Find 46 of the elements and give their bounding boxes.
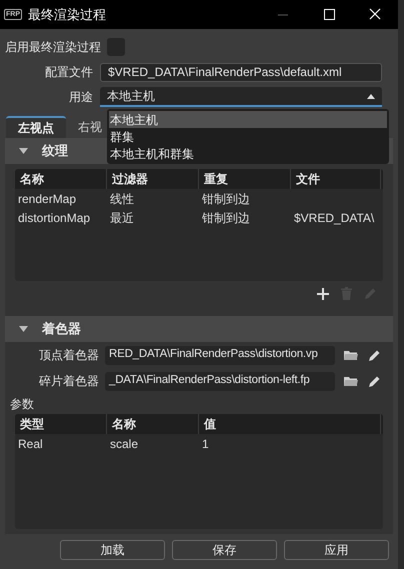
table-cell-text: $VRED_DATA\ — [294, 210, 374, 227]
dialog-button[interactable]: 应用 — [284, 540, 389, 560]
column-header[interactable]: 文件 — [291, 169, 381, 189]
table-cell-text: 钳制到边 — [202, 191, 250, 208]
input-field[interactable]: RED_DATA\FinalRenderPass\distortion.vp — [105, 346, 335, 364]
table-cell-text: Real — [18, 436, 43, 453]
section-title: 纹理 — [42, 142, 68, 160]
pencil-icon[interactable] — [368, 348, 381, 362]
section-header[interactable]: 着色器 — [5, 316, 393, 342]
dialog-button[interactable]: 加载 — [60, 540, 165, 560]
table-cell-text: 线性 — [110, 191, 134, 208]
field-label: 顶点着色器 — [38, 347, 100, 364]
section-title: 着色器 — [42, 320, 81, 338]
menu-item[interactable]: 本地主机 — [109, 111, 387, 128]
tab[interactable]: 左视点 — [6, 116, 66, 138]
folder-icon[interactable] — [344, 376, 358, 386]
column-header[interactable]: 过滤器 — [107, 169, 199, 189]
dropdown[interactable]: 本地主机 — [100, 87, 382, 107]
enable-label: 启用最终渲染过程 — [4, 39, 102, 56]
table-cell-text: 最近 — [110, 210, 134, 227]
add-icon[interactable] — [317, 288, 329, 300]
caret-icon[interactable] — [19, 326, 28, 332]
column-header[interactable]: 类型 — [15, 414, 107, 434]
table-cell-text: distortionMap — [18, 210, 90, 227]
table-cell-text: scale — [110, 436, 138, 453]
input-field[interactable]: _DATA\FinalRenderPass\distortion-left.fp — [105, 372, 335, 390]
field-label: 配置文件 — [44, 64, 94, 81]
field-label: 碎片着色器 — [38, 373, 100, 390]
column-header[interactable]: 重复 — [199, 169, 291, 189]
menu-item[interactable]: 群集 — [109, 128, 387, 145]
caret-icon[interactable] — [19, 148, 28, 154]
caret-icon — [367, 94, 375, 98]
pencil-icon[interactable] — [368, 374, 381, 388]
field-label: 用途 — [68, 89, 94, 106]
table-cell-text: renderMap — [18, 191, 76, 208]
column-header[interactable]: 名称 — [107, 414, 199, 434]
column-header[interactable]: 值 — [199, 414, 381, 434]
column-header[interactable]: 名称 — [15, 169, 107, 189]
input-field[interactable]: $VRED_DATA\FinalRenderPass\default.xml — [100, 62, 382, 82]
table-cell-text: 1 — [202, 436, 209, 453]
window-title: 最终渲染过程 — [28, 6, 106, 24]
section-label: 参数 — [9, 396, 35, 413]
table-cell-text: 钳制到边 — [202, 210, 250, 227]
menu-item[interactable]: 本地主机和群集 — [109, 145, 387, 162]
folder-icon[interactable] — [344, 350, 358, 360]
dialog-button[interactable]: 保存 — [172, 540, 277, 560]
